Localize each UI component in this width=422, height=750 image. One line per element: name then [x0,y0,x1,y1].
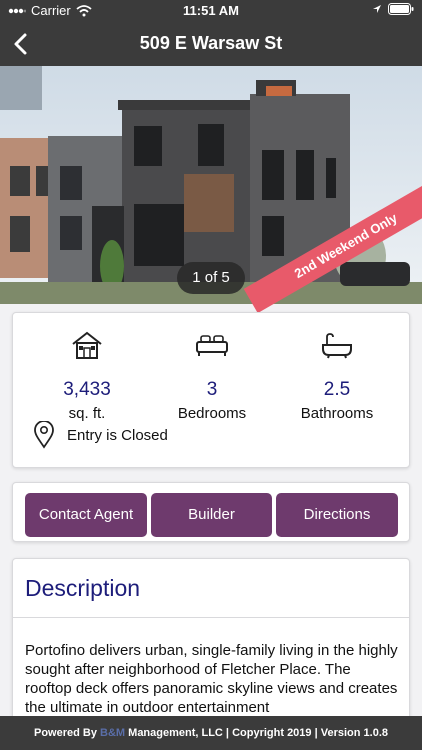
bathrooms-value: 2.5 [323,379,351,400]
builder-button[interactable]: Builder [151,493,272,537]
page-title: 509 E Warsaw St [139,33,283,53]
photo-counter: 1 of 5 [177,262,245,294]
location-pin-icon [34,421,54,449]
status-bar: Carrier 11:51 AM [0,0,422,22]
footer-powered-by: Powered By [34,727,101,739]
bed-icon [146,329,278,361]
footer-copyright: Management, LLC | Copyright 2019 | Versi… [125,727,388,739]
sqft-stat: 3,433 sq. ft. [21,329,153,422]
footer-brand: B&M [100,727,126,739]
description-text: Portofino delivers urban, single-family … [25,642,398,716]
entry-status: Entry is Closed [33,421,168,449]
footer: Powered By B&M Management, LLC | Copyrig… [0,716,422,750]
bathtub-icon [271,329,403,361]
battery-icon [388,3,414,15]
description-card: Description Portofino delivers urban, si… [12,558,410,728]
house-icon [21,329,153,361]
bathrooms-label: Bathrooms [300,405,374,422]
divider [13,617,409,618]
navigation-bar: 509 E Warsaw St [0,22,422,66]
directions-button[interactable]: Directions [276,493,398,537]
bathrooms-stat: 2.5 Bathrooms [271,329,403,422]
contact-agent-button[interactable]: Contact Agent [25,493,147,537]
entry-status-text: Entry is Closed [67,426,168,444]
bedrooms-label: Bedrooms [177,405,247,422]
status-right [372,3,414,15]
location-arrow-icon [373,5,381,13]
bedrooms-value: 3 [206,379,218,400]
sqft-label: sq. ft. [68,405,106,422]
description-title: Description [25,575,141,601]
property-stats-card: 3,433 sq. ft. 3 Bedrooms 2.5 Bathrooms E… [12,312,410,468]
status-time: 11:51 AM [183,3,239,18]
bedrooms-stat: 3 Bedrooms [146,329,278,422]
sqft-value: 3,433 [63,379,111,400]
actions-card: Contact Agent Builder Directions [12,482,410,542]
